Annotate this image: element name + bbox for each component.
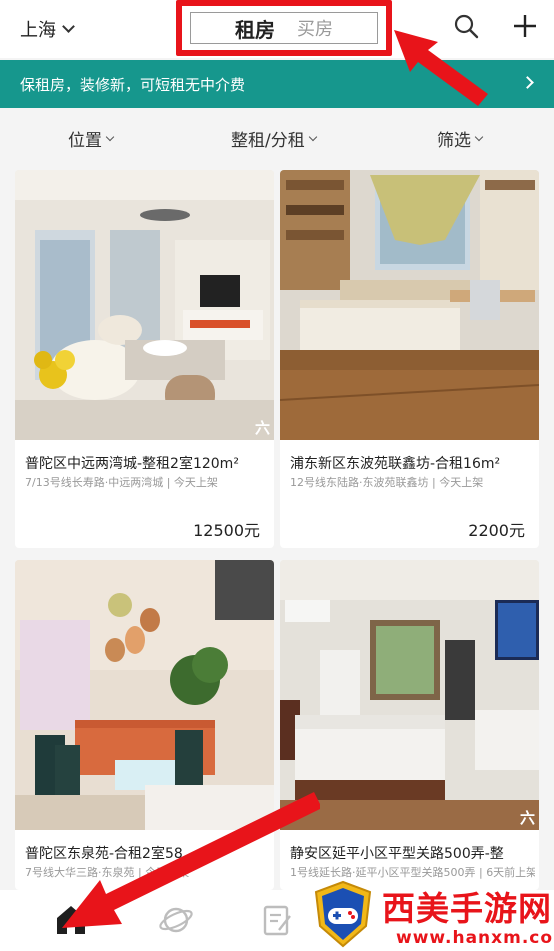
chevron-down-icon <box>62 20 75 33</box>
city-label: 上海 <box>20 20 56 41</box>
tab-buy[interactable]: 买房 <box>297 15 333 41</box>
vr-badge: 六 <box>254 419 270 437</box>
annotation-arrow-top <box>394 30 488 106</box>
app-root: 上海 租房 买房 保租房，装修新，可短租无中介费 位置 整租/分租 筛选 六 普… <box>0 0 554 951</box>
city-selector[interactable]: 上海 <box>20 16 75 42</box>
listing-photo: 六 <box>15 170 274 440</box>
filter-rent-type[interactable]: 整租/分租 <box>231 126 317 151</box>
chevron-down-icon <box>474 132 484 142</box>
filter-more[interactable]: 筛选 <box>437 126 484 151</box>
filter-bar: 位置 整租/分租 筛选 <box>0 108 554 166</box>
watermark-url: www.hanxm.com <box>396 928 554 948</box>
site-watermark: 西美手游网 www.hanxm.com <box>306 876 554 951</box>
filter-location-label: 位置 <box>68 131 102 151</box>
plus-icon[interactable] <box>512 13 538 39</box>
tab-highlight-box: 租房 买房 <box>176 0 392 56</box>
banner-text: 保租房，装修新，可短租无中介费 <box>20 76 246 94</box>
annotation-arrow-bottom <box>62 792 320 928</box>
listing-card[interactable]: 浦东新区东波苑联鑫坊-合租16m² 12号线东陆路·东波苑联鑫坊 | 今天上架 … <box>280 170 539 548</box>
filter-rent-type-label: 整租/分租 <box>231 131 305 151</box>
listing-photo-image <box>280 170 539 440</box>
watermark-title: 西美手游网 <box>382 889 552 928</box>
listing-subtitle: 12号线东陆路·东波苑联鑫坊 | 今天上架 <box>290 476 484 489</box>
listing-photo <box>280 170 539 440</box>
chevron-down-icon <box>105 132 115 142</box>
listing-photo-image <box>15 170 274 440</box>
listing-price: 2200元 <box>468 521 525 540</box>
listing-price: 12500元 <box>193 521 260 540</box>
chevron-down-icon <box>308 132 317 142</box>
listing-title: 静安区延平小区平型关路500弄-整 <box>290 846 504 862</box>
listing-title: 普陀区中远两湾城-整租2室120m² <box>25 456 239 472</box>
gamepad-shield-logo <box>314 880 372 948</box>
rent-buy-tabs: 租房 买房 <box>190 12 378 44</box>
listing-title: 浦东新区东波苑联鑫坊-合租16m² <box>290 456 501 472</box>
listing-subtitle: 7/13号线长寿路·中远两湾城 | 今天上架 <box>25 476 218 489</box>
vr-badge: 六 <box>519 809 535 827</box>
listing-card[interactable]: 六 普陀区中远两湾城-整租2室120m² 7/13号线长寿路·中远两湾城 | 今… <box>15 170 274 548</box>
filter-more-label: 筛选 <box>437 131 471 151</box>
tab-rent[interactable]: 租房 <box>235 14 275 43</box>
chevron-right-icon <box>521 76 534 89</box>
filter-location[interactable]: 位置 <box>68 126 115 151</box>
